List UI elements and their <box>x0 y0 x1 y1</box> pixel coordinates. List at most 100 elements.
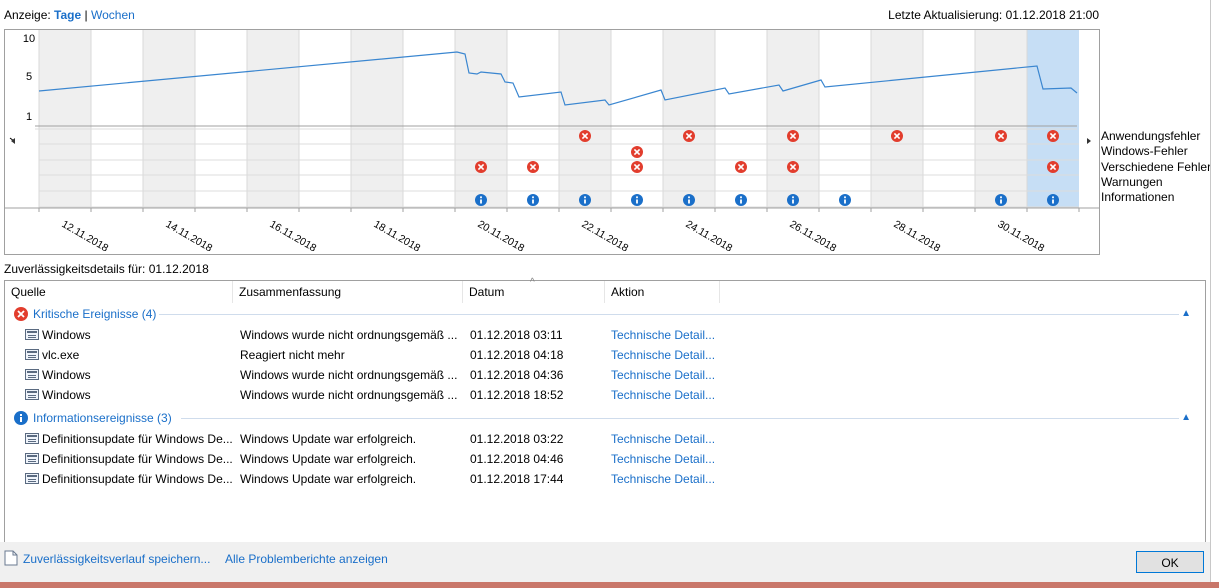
row-details-link[interactable]: Technische Detail... <box>611 365 721 385</box>
row-date: 01.12.2018 04:36 <box>470 368 564 382</box>
reliability-chart[interactable]: 10 5 1 12.11.2018 14.11.2018 16.11.2018 18.11.… <box>4 29 1100 255</box>
row-source: Definitionsupdate für Windows De... <box>42 432 232 446</box>
view-days-link[interactable]: Tage <box>54 8 81 22</box>
details-table: Quelle Zusammenfassung Datum ^ Aktion Kr… <box>4 277 1206 544</box>
y-tick-label: 5 <box>26 71 32 83</box>
row-date: 01.12.2018 04:46 <box>470 452 564 466</box>
scroll-right-icon <box>1087 138 1091 144</box>
date-tick-label: 18.11.2018 <box>372 218 423 254</box>
all-problem-reports-link[interactable]: Alle Problemberichte anzeigen <box>225 552 388 566</box>
row-source: Windows <box>42 368 91 382</box>
column-header-action[interactable]: Aktion <box>605 281 720 303</box>
info-icon-mark <box>584 199 586 204</box>
day-column <box>871 30 923 208</box>
column-header-source[interactable]: Quelle <box>5 281 233 303</box>
info-icon-mark <box>636 199 638 204</box>
date-tick-label: 24.11.2018 <box>684 218 735 254</box>
info-icon-mark <box>688 199 690 204</box>
row-source: Windows <box>42 328 91 342</box>
info-icon-mark <box>1000 199 1002 204</box>
table-row[interactable]: vlc.exe Reagiert nicht mehr 01.12.2018 04:… <box>5 345 1203 365</box>
table-row[interactable]: Windows Windows wurde nicht ordnungsgemäß… <box>5 385 1203 405</box>
info-icon <box>14 411 28 425</box>
day-column <box>611 30 663 208</box>
row-summary: Windows Update war erfolgreich. <box>240 452 417 466</box>
table-row[interactable]: Windows Windows wurde nicht ordnungsgemäß… <box>5 365 1203 385</box>
day-column <box>91 30 143 208</box>
event-document-icon <box>25 433 39 444</box>
row-details-link[interactable]: Technische Detail... <box>611 325 721 345</box>
legend-windows-errors: Windows-Fehler <box>1101 144 1188 159</box>
reliability-chart-svg: 10 5 1 12.11.2018 14.11.2018 16.11.2018 18.11.… <box>5 30 1099 255</box>
row-source: Definitionsupdate für Windows De... <box>42 452 232 466</box>
group-critical-title: Kritische Ereignisse (4) <box>33 307 157 321</box>
day-column <box>195 30 247 208</box>
info-icon-mark <box>532 196 534 199</box>
day-column <box>767 30 819 208</box>
info-icon-mark <box>740 196 742 199</box>
group-information-events[interactable]: Informationsereignisse (3) ▲ <box>13 409 1197 427</box>
row-date: 01.12.2018 03:22 <box>470 432 564 446</box>
info-icon-mark <box>480 196 482 199</box>
event-document-icon <box>25 453 39 464</box>
day-column <box>39 30 91 208</box>
view-weeks-link[interactable]: Wochen <box>91 8 135 22</box>
row-details-link[interactable]: Technische Detail... <box>611 449 721 469</box>
info-icon-mark <box>636 196 638 199</box>
info-icon-mark <box>844 196 846 199</box>
row-summary: Windows wurde nicht ordnungsgemäß ... <box>240 388 458 402</box>
row-summary: Windows wurde nicht ordnungsgemäß ... <box>240 368 458 382</box>
view-separator: | <box>84 8 88 22</box>
ok-button[interactable]: OK <box>1136 551 1204 573</box>
date-tick-label: 16.11.2018 <box>268 218 319 254</box>
day-column <box>247 30 299 208</box>
table-row[interactable]: Definitionsupdate für Windows De... Windo… <box>5 469 1203 489</box>
day-column <box>715 30 767 208</box>
day-column <box>507 30 559 208</box>
row-date: 01.12.2018 03:11 <box>470 328 563 342</box>
info-icon-mark <box>1000 196 1002 199</box>
date-tick-label: 26.11.2018 <box>788 218 839 254</box>
event-document-icon <box>25 349 39 360</box>
event-document-icon <box>25 369 39 380</box>
sort-arrow-icon: ^ <box>530 277 535 288</box>
error-icon <box>14 307 28 321</box>
row-details-link[interactable]: Technische Detail... <box>611 429 721 449</box>
table-row[interactable]: Definitionsupdate für Windows De... Windo… <box>5 429 1203 449</box>
day-column <box>663 30 715 208</box>
column-header-summary[interactable]: Zusammenfassung <box>233 281 463 303</box>
legend-application-errors: Anwendungsfehler <box>1101 129 1201 143</box>
info-icon-mark <box>792 196 794 199</box>
view-label: Anzeige: <box>4 8 51 22</box>
row-source: Windows <box>42 388 91 402</box>
table-row[interactable]: Windows Windows wurde nicht ordnungsgemäß… <box>5 325 1203 345</box>
collapse-icon[interactable]: ▲ <box>1181 305 1191 323</box>
date-tick-label: 14.11.2018 <box>164 218 215 254</box>
day-column <box>559 30 611 208</box>
legend-warnings: Warnungen <box>1101 174 1163 189</box>
collapse-icon[interactable]: ▲ <box>1181 409 1191 427</box>
row-date: 01.12.2018 17:44 <box>470 472 564 486</box>
row-source: vlc.exe <box>42 348 80 362</box>
group-critical-events[interactable]: Kritische Ereignisse (4) ▲ <box>13 305 1197 323</box>
row-details-link[interactable]: Technische Detail... <box>611 345 721 365</box>
row-date: 01.12.2018 18:52 <box>470 388 564 402</box>
day-column <box>923 30 975 208</box>
info-icon-mark <box>1052 199 1054 204</box>
info-icon-mark <box>532 199 534 204</box>
row-summary: Windows Update war erfolgreich. <box>240 472 417 486</box>
row-date: 01.12.2018 04:18 <box>470 348 564 362</box>
taskbar-edge <box>0 582 1219 588</box>
date-tick-label: 22.11.2018 <box>580 218 631 254</box>
date-tick-label: 30.11.2018 <box>996 218 1047 254</box>
info-icon-mark <box>1052 196 1054 199</box>
row-details-link[interactable]: Technische Detail... <box>611 385 721 405</box>
save-history-link[interactable]: Zuverlässigkeitsverlauf speichern... <box>23 552 210 566</box>
group-information-title: Informationsereignisse (3) <box>33 411 172 425</box>
y-tick-label: 10 <box>23 33 35 45</box>
row-details-link[interactable]: Technische Detail... <box>611 469 721 489</box>
table-row[interactable]: Definitionsupdate für Windows De... Windo… <box>5 449 1203 469</box>
date-tick-label: 12.11.2018 <box>60 218 111 254</box>
details-title: Zuverlässigkeitsdetails für: 01.12.2018 <box>4 262 209 276</box>
info-icon-mark <box>688 196 690 199</box>
